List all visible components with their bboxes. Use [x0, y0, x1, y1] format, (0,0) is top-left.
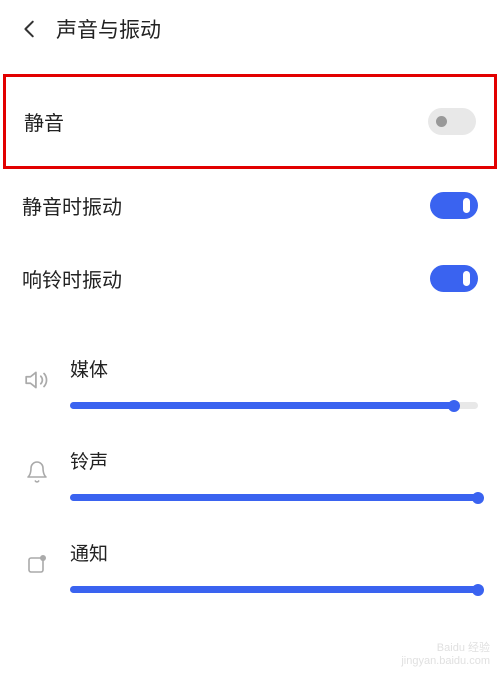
volume-sliders-section: 媒体 铃声	[0, 355, 500, 593]
slider-fill	[70, 586, 478, 593]
slider-row-notification: 通知	[22, 539, 478, 593]
slider-fill	[70, 494, 478, 501]
media-label: 媒体	[70, 355, 478, 382]
toggle-knob	[463, 198, 470, 213]
ringtone-slider[interactable]	[70, 494, 478, 501]
setting-vibrate-on-ring: 响铃时振动	[0, 242, 500, 315]
slider-thumb	[472, 584, 484, 596]
notification-icon	[22, 549, 52, 579]
slider-content-notification: 通知	[70, 539, 478, 593]
highlighted-setting-box: 静音	[3, 74, 497, 169]
mute-toggle[interactable]	[428, 108, 476, 135]
vibrate-on-ring-toggle[interactable]	[430, 265, 478, 292]
slider-row-ringtone: 铃声	[22, 447, 478, 501]
ringtone-label: 铃声	[70, 447, 478, 474]
speaker-icon	[22, 365, 52, 395]
page-title: 声音与振动	[56, 14, 161, 44]
slider-row-media: 媒体	[22, 355, 478, 409]
slider-thumb	[472, 492, 484, 504]
vibrate-on-ring-label: 响铃时振动	[22, 264, 122, 293]
watermark-line1: Baidu 经验	[401, 642, 490, 655]
slider-content-ringtone: 铃声	[70, 447, 478, 501]
watermark: Baidu 经验 jingyan.baidu.com	[401, 642, 490, 668]
back-icon[interactable]	[18, 17, 42, 41]
header: 声音与振动	[0, 0, 500, 54]
watermark-line2: jingyan.baidu.com	[401, 655, 490, 668]
vibrate-on-mute-toggle[interactable]	[430, 192, 478, 219]
bell-icon	[22, 457, 52, 487]
toggle-knob	[436, 116, 447, 127]
vibrate-on-mute-label: 静音时振动	[22, 191, 122, 220]
slider-fill	[70, 402, 454, 409]
media-slider[interactable]	[70, 402, 478, 409]
notification-label: 通知	[70, 539, 478, 566]
notification-slider[interactable]	[70, 586, 478, 593]
mute-label: 静音	[24, 107, 64, 136]
setting-mute: 静音	[24, 107, 476, 136]
slider-thumb	[448, 400, 460, 412]
setting-vibrate-on-mute: 静音时振动	[0, 169, 500, 242]
slider-content-media: 媒体	[70, 355, 478, 409]
toggle-knob	[463, 271, 470, 286]
